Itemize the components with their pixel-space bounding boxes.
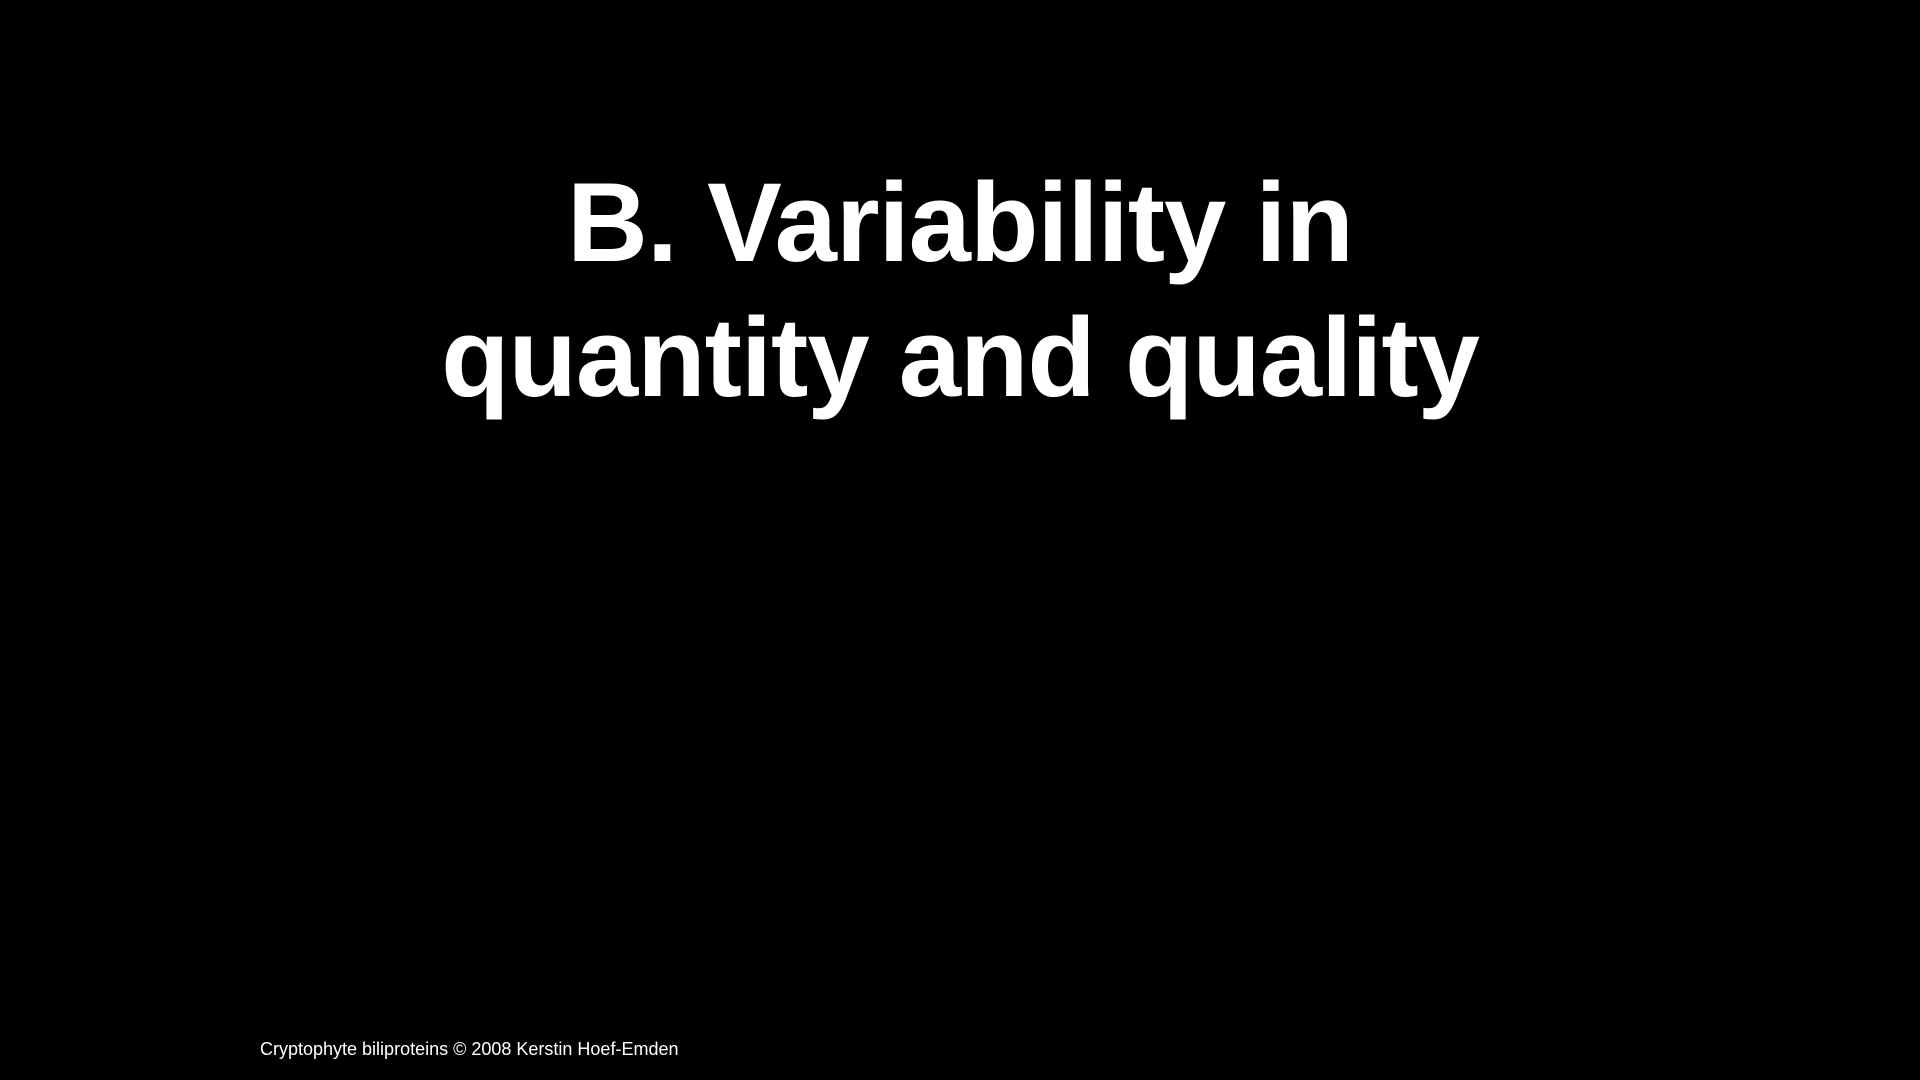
slide-title-line-1: B. Variability in: [567, 160, 1354, 285]
slide-title-line-2: quantity and quality: [441, 295, 1480, 420]
slide-footer-copyright: Cryptophyte biliproteins © 2008 Kerstin …: [260, 1039, 679, 1059]
presentation-slide: B. Variability in quantity and quality C…: [0, 0, 1920, 1080]
slide-title: B. Variability in quantity and quality: [0, 155, 1920, 425]
